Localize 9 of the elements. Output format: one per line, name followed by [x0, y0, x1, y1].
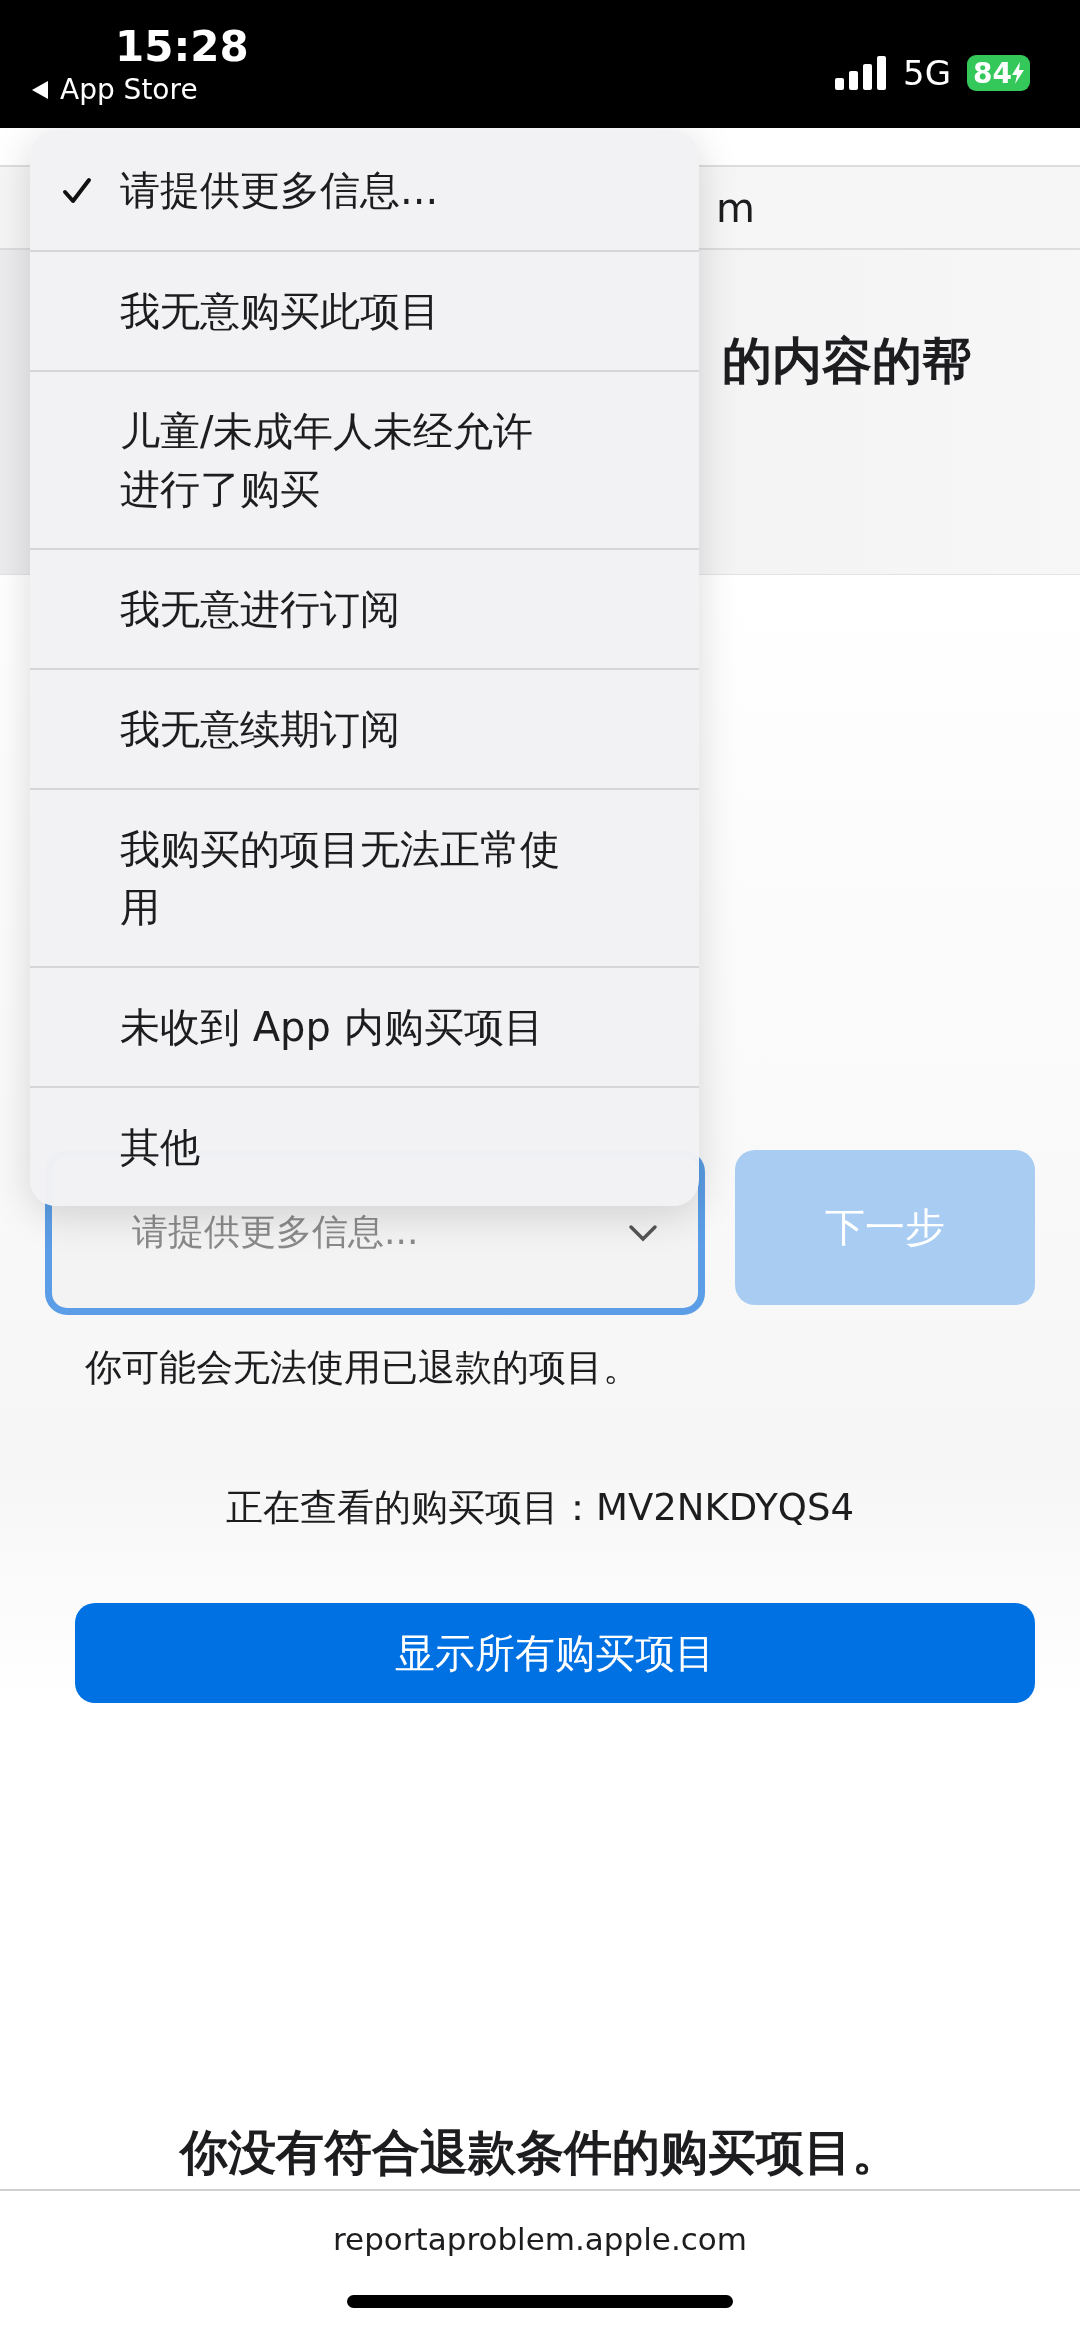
address-text: m [716, 184, 755, 231]
page-heading: 的内容的帮 [722, 332, 972, 390]
notice-text: 你可能会无法使用已退款的项目。 [85, 1345, 641, 1391]
status-time: 15:28 [115, 22, 249, 71]
network-label: 5G [903, 53, 952, 93]
footer-url: reportaproblem.apple.com [333, 2221, 747, 2257]
purchase-id-text: 正在查看的购买项目：MV2NKDYQS4 [225, 1485, 855, 1531]
empty-message: 你没有符合退款条件的购买项目。 [177, 2123, 901, 2182]
battery-indicator: 84 [967, 55, 1030, 91]
